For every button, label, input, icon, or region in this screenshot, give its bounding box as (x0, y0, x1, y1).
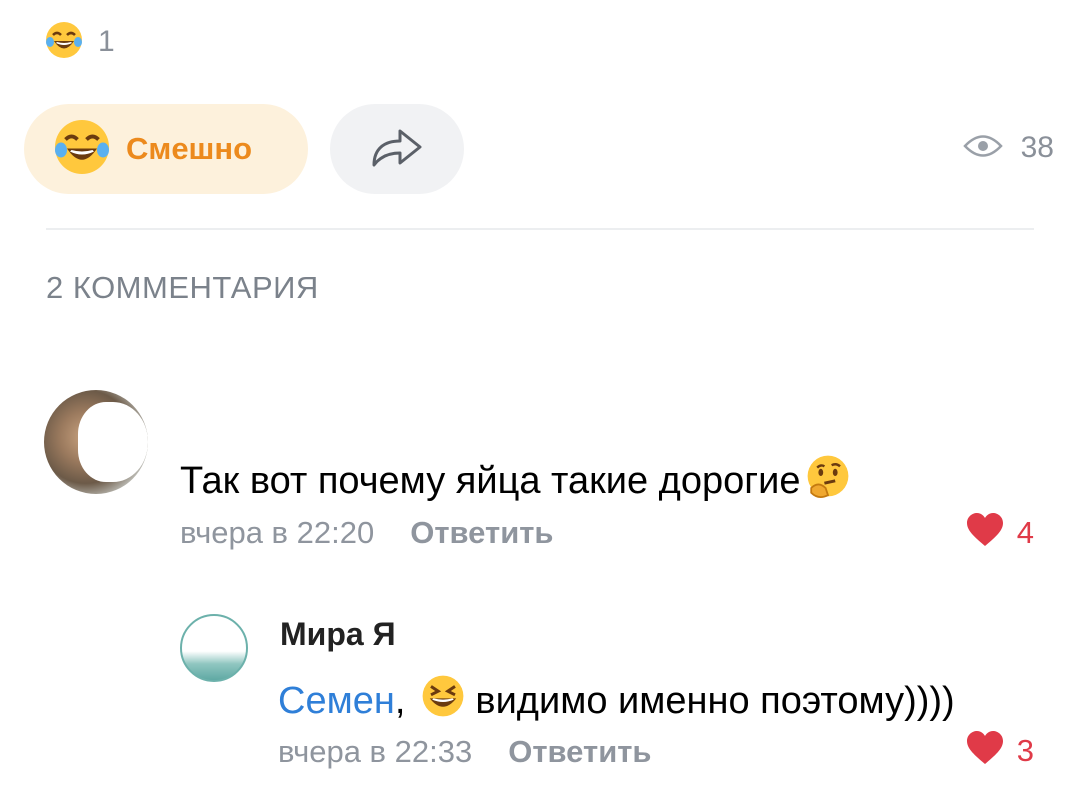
avatar[interactable] (44, 390, 148, 494)
views-counter: 38 (962, 128, 1054, 168)
share-arrow-icon (368, 125, 426, 174)
like-count: 3 (1016, 732, 1034, 768)
reaction-count: 1 (98, 25, 115, 58)
thinking-face-icon (804, 452, 852, 510)
comments-header: 2 КОММЕНТАРИЯ (46, 270, 319, 305)
share-button[interactable] (330, 104, 464, 194)
reply-meta: вчера в 22:33 Ответить (278, 734, 652, 770)
react-funny-button[interactable]: Смешно (24, 104, 308, 194)
mention-link[interactable]: Семен (278, 680, 395, 723)
reaction-summary[interactable]: 1 (44, 20, 115, 64)
react-label: Смешно (126, 131, 253, 166)
views-count: 38 (1020, 131, 1054, 164)
avatar[interactable] (180, 614, 248, 682)
reply-time: вчера в 22:33 (278, 734, 473, 769)
comment-body: Так вот почему яйца такие дорогие (180, 459, 801, 502)
tears-of-joy-icon (44, 20, 84, 65)
comment-meta: вчера в 22:20 Ответить (180, 515, 554, 551)
reply-button[interactable]: Ответить (410, 515, 553, 551)
reply-body: видимо именно поэтому)))) (475, 679, 955, 722)
like-button[interactable]: 4 (965, 512, 1034, 553)
heart-icon (965, 730, 1005, 771)
grinning-squinting-face-icon (419, 672, 467, 730)
like-count: 4 (1016, 514, 1034, 550)
comment-text: Так вот почему яйца такие дорогие (180, 452, 852, 510)
mention-separator: , (394, 679, 406, 722)
heart-icon (965, 512, 1005, 553)
eye-icon (962, 133, 1003, 164)
reply-text: Семен , видимо именно поэтому)))) (278, 672, 955, 730)
reply-author[interactable]: Мира Я (280, 616, 396, 653)
reply-button[interactable]: Ответить (508, 734, 651, 770)
divider (46, 228, 1034, 230)
like-button[interactable]: 3 (965, 730, 1034, 771)
comment-time: вчера в 22:20 (180, 515, 375, 550)
tears-of-joy-icon (52, 117, 112, 182)
